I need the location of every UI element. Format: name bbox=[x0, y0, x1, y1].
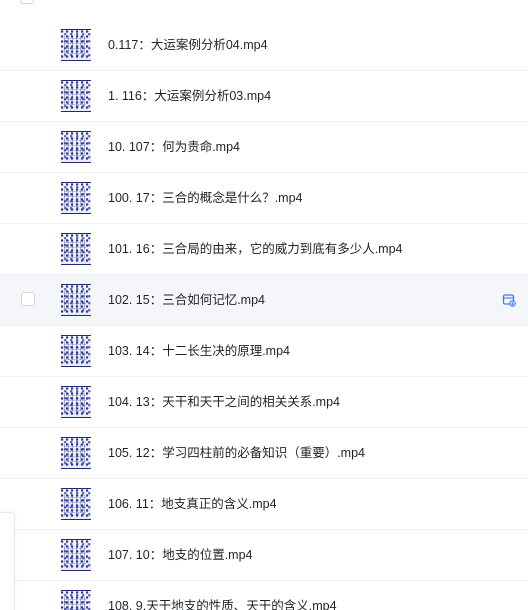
row-checkbox[interactable] bbox=[21, 292, 35, 306]
save-to-drive-icon[interactable] bbox=[502, 293, 516, 307]
file-name[interactable]: 0.117：大运案例分析04.mp4 bbox=[108, 37, 268, 53]
row-checkbox[interactable] bbox=[20, 0, 34, 4]
video-thumbnail bbox=[61, 284, 91, 316]
video-thumbnail bbox=[61, 488, 91, 520]
video-thumbnail bbox=[61, 386, 91, 418]
previous-row-partial bbox=[0, 0, 528, 21]
file-name[interactable]: 103. 14：十二长生决的原理.mp4 bbox=[108, 343, 290, 359]
file-list: 0.117：大运案例分析04.mp4 1. 116：大运案例分析03.mp4 1… bbox=[0, 20, 528, 610]
video-thumbnail bbox=[61, 335, 91, 367]
file-name[interactable]: 1. 116：大运案例分析03.mp4 bbox=[108, 88, 271, 104]
file-name[interactable]: 106. 11：地支真正的含义.mp4 bbox=[108, 496, 277, 512]
file-row[interactable]: 107. 10：地支的位置.mp4 bbox=[0, 530, 528, 581]
video-thumbnail bbox=[61, 233, 91, 265]
file-name[interactable]: 105. 12：学习四柱前的必备知识（重要）.mp4 bbox=[108, 445, 365, 461]
video-thumbnail bbox=[61, 539, 91, 571]
file-row[interactable]: 100. 17：三合的概念是什么？.mp4 bbox=[0, 173, 528, 224]
file-row[interactable]: 103. 14：十二长生决的原理.mp4 bbox=[0, 326, 528, 377]
file-row[interactable]: 104. 13：天干和天干之间的相关关系.mp4 bbox=[0, 377, 528, 428]
file-name[interactable]: 101. 16：三合局的由来，它的威力到底有多少人.mp4 bbox=[108, 241, 403, 257]
video-thumbnail bbox=[61, 29, 91, 61]
file-list-page: 0.117：大运案例分析04.mp4 1. 116：大运案例分析03.mp4 1… bbox=[0, 0, 528, 610]
file-row[interactable]: 10. 107：何为贵命.mp4 bbox=[0, 122, 528, 173]
file-name[interactable]: 102. 15：三合如何记忆.mp4 bbox=[108, 292, 265, 308]
file-row[interactable]: 1. 116：大运案例分析03.mp4 bbox=[0, 71, 528, 122]
file-name[interactable]: 100. 17：三合的概念是什么？.mp4 bbox=[108, 190, 303, 206]
file-row[interactable]: 106. 11：地支真正的含义.mp4 bbox=[0, 479, 528, 530]
side-panel-edge bbox=[0, 512, 15, 610]
file-name[interactable]: 108. 9.天干地支的性质、天干的含义.mp4 bbox=[108, 598, 337, 610]
file-name[interactable]: 104. 13：天干和天干之间的相关关系.mp4 bbox=[108, 394, 340, 410]
video-thumbnail bbox=[61, 182, 91, 214]
video-thumbnail bbox=[61, 80, 91, 112]
file-name[interactable]: 10. 107：何为贵命.mp4 bbox=[108, 139, 240, 155]
video-thumbnail bbox=[61, 131, 91, 163]
video-thumbnail bbox=[61, 590, 91, 610]
file-row[interactable]: 0.117：大运案例分析04.mp4 bbox=[0, 20, 528, 71]
file-name[interactable]: 107. 10：地支的位置.mp4 bbox=[108, 547, 253, 563]
file-row[interactable]: 105. 12：学习四柱前的必备知识（重要）.mp4 bbox=[0, 428, 528, 479]
video-thumbnail bbox=[61, 437, 91, 469]
file-row-hovered[interactable]: 102. 15：三合如何记忆.mp4 bbox=[0, 275, 528, 326]
file-row[interactable]: 108. 9.天干地支的性质、天干的含义.mp4 bbox=[0, 581, 528, 610]
file-row[interactable]: 101. 16：三合局的由来，它的威力到底有多少人.mp4 bbox=[0, 224, 528, 275]
